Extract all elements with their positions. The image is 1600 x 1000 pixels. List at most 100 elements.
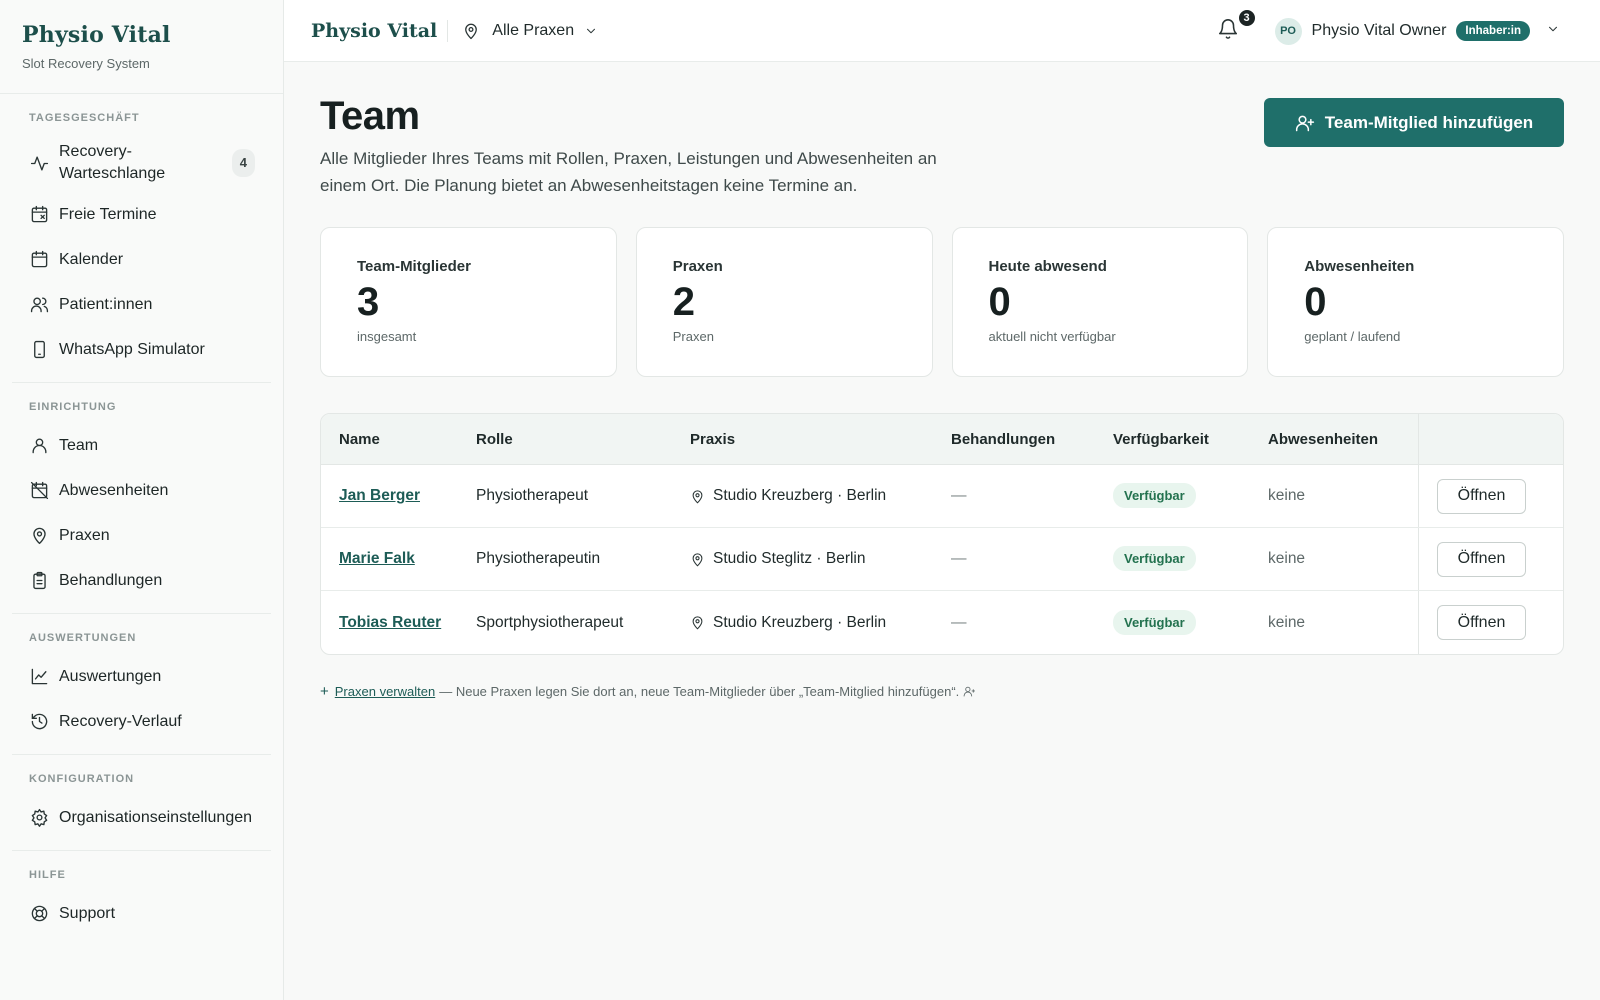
stat-card-absences: Abwesenheiten 0 geplant / laufend <box>1267 227 1564 377</box>
sidebar-item-patientinnen[interactable]: Patient:innen <box>29 282 271 327</box>
page-description: Alle Mitglieder Ihres Teams mit Rollen, … <box>320 149 937 195</box>
member-name-link[interactable]: Jan Berger <box>339 487 420 504</box>
member-absences: keine <box>1268 613 1306 631</box>
stat-subtext: geplant / laufend <box>1304 329 1401 344</box>
sidebar-item-whatsapp-simulator[interactable]: WhatsApp Simulator <box>29 327 271 372</box>
open-button[interactable]: Öffnen <box>1437 605 1526 640</box>
sidebar: Physio Vital Slot Recovery System TAGESG… <box>0 0 284 1000</box>
sidebar-brand: Physio Vital Slot Recovery System <box>0 0 283 94</box>
column-header-treatments[interactable]: Behandlungen <box>951 431 1113 448</box>
sidebar-item-recovery-warteschlange[interactable]: Recovery-Warteschlange 4 <box>29 134 271 192</box>
brand-subtitle: Slot Recovery System <box>22 56 150 71</box>
sidebar-item-label: Kalender <box>59 250 124 268</box>
sidebar-item-team[interactable]: Team <box>29 423 271 468</box>
member-absences: keine <box>1268 550 1306 567</box>
sidebar-item-label: Support <box>59 904 116 922</box>
smartphone-icon <box>29 340 49 360</box>
member-name-link[interactable]: Tobias Reuter <box>339 614 441 631</box>
sidebar-item-praxen[interactable]: Praxen <box>29 513 271 558</box>
practice-label: Studio Kreuzberg · Berlin <box>713 487 887 504</box>
map-pin-icon <box>692 616 703 630</box>
sidebar-item-freie-termine[interactable]: Freie Termine <box>29 192 271 237</box>
practice-label: Studio Kreuzberg · Berlin <box>713 613 887 631</box>
column-header-absences[interactable]: Abwesenheiten <box>1268 414 1418 464</box>
map-pin-icon <box>692 552 703 566</box>
user-plus-icon <box>963 686 976 697</box>
stat-value: 2 <box>672 280 695 324</box>
availability-badge: Verfügbar <box>1113 483 1196 508</box>
availability-badge: Verfügbar <box>1113 546 1196 571</box>
stats-row: Team-Mitglieder 3 insgesamt Praxen 2 Pra… <box>320 227 1564 377</box>
sidebar-item-support[interactable]: Support <box>29 891 271 936</box>
stat-subtext: aktuell nicht verfügbar <box>988 329 1116 344</box>
manage-practices-link[interactable]: Praxen verwalten <box>335 684 435 699</box>
calendar-off-icon <box>29 481 49 501</box>
table-row: Jan Berger Physiotherapeut Studio Kreuzb… <box>321 465 1563 528</box>
user-name[interactable]: Physio Vital Owner <box>1312 22 1447 40</box>
column-header-role[interactable]: Rolle <box>476 431 690 448</box>
column-header-practice[interactable]: Praxis <box>690 431 951 448</box>
location-select[interactable]: Alle Praxen <box>462 22 598 40</box>
footnote: + Praxen verwalten — Neue Praxen legen S… <box>320 683 1564 700</box>
location-select-value: Alle Praxen <box>492 21 575 39</box>
sidebar-item-organisationseinstellungen[interactable]: Organisationseinstellungen <box>29 795 271 840</box>
sidebar-item-label: Organisationseinstellungen <box>59 808 253 826</box>
main-content: Team Alle Mitglieder Ihres Teams mit Rol… <box>320 62 1564 700</box>
sidebar-item-label: Recovery-Warteschlange <box>59 143 166 182</box>
user-menu-chevron[interactable] <box>1546 22 1560 41</box>
add-team-member-label: Team-Mitglied hinzufügen <box>1324 112 1534 132</box>
stat-card-absent-today: Heute abwesend 0 aktuell nicht verfügbar <box>951 227 1249 377</box>
line-chart-icon <box>29 667 49 687</box>
topbar: Physio Vital Alle Praxen 3 PO Physio Vit… <box>284 0 1600 62</box>
open-button[interactable]: Öffnen <box>1437 541 1526 577</box>
member-name-link[interactable]: Marie Falk <box>339 550 415 567</box>
table-row: Marie Falk Physiotherapeutin Studio Steg… <box>321 528 1563 591</box>
member-practice: Studio Kreuzberg · Berlin <box>690 614 951 632</box>
chevron-down-icon <box>1548 26 1558 31</box>
map-pin-icon <box>692 489 703 503</box>
settings-icon <box>29 808 49 828</box>
avatar[interactable]: PO <box>1274 17 1302 45</box>
stat-label: Heute abwesend <box>988 258 1107 275</box>
sidebar-item-label: Recovery-Verlauf <box>59 712 182 730</box>
member-role: Sportphysiotherapeut <box>476 613 624 631</box>
stat-label: Abwesenheiten <box>1304 258 1415 275</box>
bell-icon <box>1218 19 1237 39</box>
topbar-brand[interactable]: Physio Vital <box>311 19 449 42</box>
member-role: Physiotherapeutin <box>476 550 601 567</box>
map-pin-icon <box>29 526 49 546</box>
column-header-availability[interactable]: Verfügbarkeit <box>1113 431 1268 448</box>
member-treatments: — <box>951 550 967 567</box>
sidebar-item-recovery-verlauf[interactable]: Recovery-Verlauf <box>29 699 271 744</box>
sidebar-item-label: Freie Termine <box>59 205 157 223</box>
nav-heading: AUSWERTUNGEN <box>29 632 137 644</box>
topbar-right: 3 PO Physio Vital Owner Inhaber:in <box>1217 0 1560 62</box>
open-button[interactable]: Öffnen <box>1437 478 1526 514</box>
sidebar-item-kalender[interactable]: Kalender <box>29 237 271 282</box>
sidebar-item-label: Patient:innen <box>59 295 153 313</box>
sidebar-item-behandlungen[interactable]: Behandlungen <box>29 558 271 603</box>
nav-heading: KONFIGURATION <box>29 773 135 785</box>
column-header-name[interactable]: Name <box>321 431 476 448</box>
stat-label: Praxen <box>672 258 723 275</box>
nav-heading: EINRICHTUNG <box>29 401 117 413</box>
activity-icon <box>29 153 49 173</box>
sidebar-item-label: WhatsApp Simulator <box>59 340 205 358</box>
add-team-member-button[interactable]: Team-Mitglied hinzufügen <box>1264 98 1564 147</box>
calendar-x-icon <box>29 205 49 225</box>
member-absences: keine <box>1268 487 1306 504</box>
brand-title[interactable]: Physio Vital <box>22 22 261 48</box>
notifications-button[interactable]: 3 <box>1217 8 1257 44</box>
calendar-icon <box>29 250 49 270</box>
stat-subtext: insgesamt <box>357 329 417 344</box>
sidebar-item-auswertungen[interactable]: Auswertungen <box>29 654 271 699</box>
clipboard-icon <box>29 571 49 591</box>
nav-section-hilfe: HILFE Support <box>12 851 271 946</box>
member-treatments: — <box>951 487 967 504</box>
member-treatments: — <box>951 613 967 631</box>
notification-count-badge: 3 <box>1236 8 1257 28</box>
sidebar-item-abwesenheiten[interactable]: Abwesenheiten <box>29 468 271 513</box>
nav-heading: HILFE <box>29 869 66 881</box>
users-icon <box>29 295 49 315</box>
stat-card-practices: Praxen 2 Praxen <box>635 227 933 377</box>
